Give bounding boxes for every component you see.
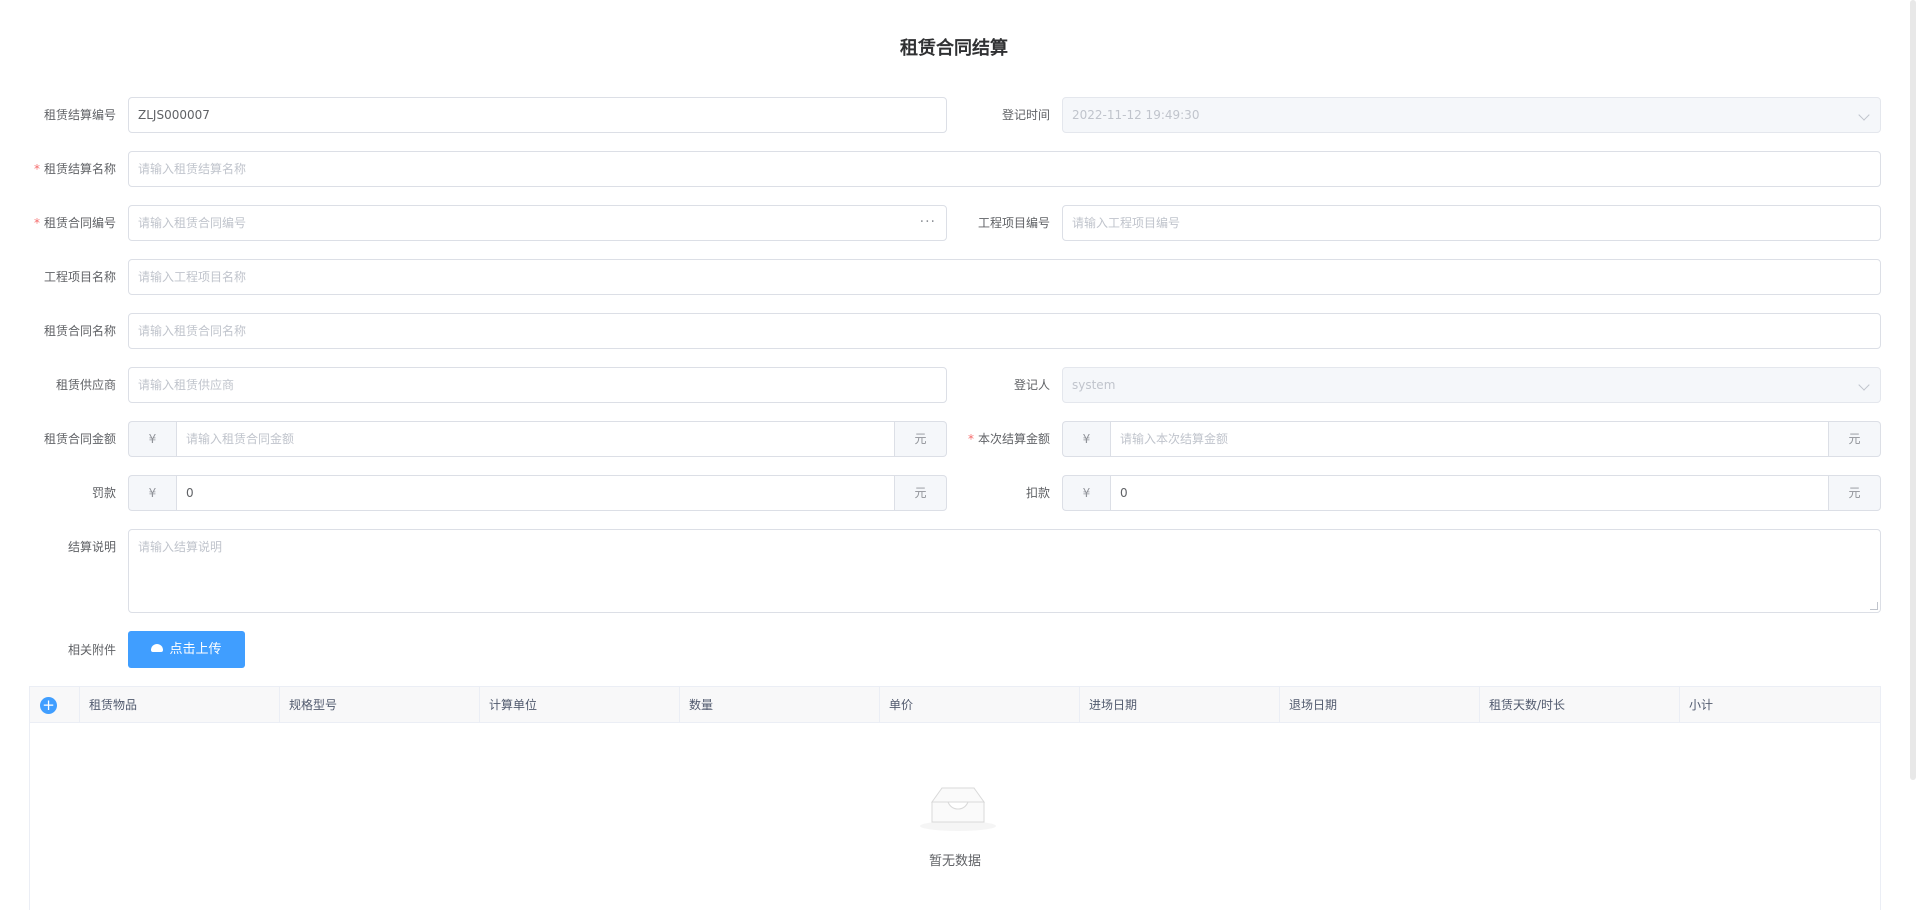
yuan-suffix: 元 bbox=[1829, 421, 1881, 457]
column-header: 计算单位 bbox=[480, 687, 680, 723]
contract-name-input[interactable]: 请输入租赁合同名称 bbox=[128, 313, 1881, 349]
page-title: 租赁合同结算 bbox=[900, 38, 1008, 59]
project-name-label: 工程项目名称 bbox=[43, 270, 116, 284]
contract-amount-input[interactable]: 请输入租赁合同金额 bbox=[176, 421, 895, 457]
add-row-icon[interactable]: + bbox=[40, 697, 57, 714]
column-header: 规格型号 bbox=[280, 687, 480, 723]
yen-prefix: ¥ bbox=[1062, 421, 1110, 457]
settlement-name-label: * 租赁结算名称 bbox=[33, 162, 116, 176]
deduction-value: 0 bbox=[1120, 486, 1128, 500]
column-header: 租赁物品 bbox=[80, 687, 280, 723]
penalty-value: 0 bbox=[186, 486, 194, 500]
register-time-label: 登记时间 bbox=[1001, 108, 1050, 122]
register-time-picker[interactable]: 2022-11-12 19:49:30 bbox=[1062, 97, 1881, 133]
settlement-no-value: ZLJS000007 bbox=[138, 108, 210, 122]
settle-amount-label: * 本次结算金额 bbox=[967, 432, 1050, 446]
registrant-label: 登记人 bbox=[1013, 378, 1050, 392]
contract-amount-label: 租赁合同金额 bbox=[43, 432, 116, 446]
settlement-name-input[interactable]: 请输入租赁结算名称 bbox=[128, 151, 1881, 187]
chevron-down-icon bbox=[1858, 379, 1870, 391]
column-header: 小计 bbox=[1689, 698, 1714, 712]
column-header: 单价 bbox=[880, 687, 1080, 723]
column-header: 数量 bbox=[680, 687, 880, 723]
project-name-input[interactable]: 请输入工程项目名称 bbox=[128, 259, 1881, 295]
supplier-input[interactable]: 请输入租赁供应商 bbox=[128, 367, 947, 403]
project-no-placeholder: 请输入工程项目编号 bbox=[1072, 216, 1181, 230]
settle-amount-placeholder: 请输入本次结算金额 bbox=[1120, 432, 1229, 446]
settle-amount-input[interactable]: 请输入本次结算金额 bbox=[1110, 421, 1829, 457]
column-header: 租赁天数/时长 bbox=[1480, 687, 1680, 723]
penalty-input[interactable]: 0 bbox=[176, 475, 895, 511]
project-no-input[interactable]: 请输入工程项目编号 bbox=[1062, 205, 1881, 241]
yen-prefix: ¥ bbox=[1062, 475, 1110, 511]
table-header: + 租赁物品 规格型号 计算单位 数量 单价 进场日期 退场日期 租赁天数/时长… bbox=[30, 687, 1880, 723]
settle-amount-group: ¥ 请输入本次结算金额 元 bbox=[1062, 421, 1881, 457]
settlement-no-label: 租赁结算编号 bbox=[43, 108, 116, 122]
cloud-upload-icon bbox=[151, 644, 164, 652]
supplier-placeholder: 请输入租赁供应商 bbox=[138, 378, 235, 392]
register-time-value: 2022-11-12 19:49:30 bbox=[1072, 108, 1200, 122]
penalty-group: ¥ 0 元 bbox=[128, 475, 947, 511]
registrant-value: system bbox=[1072, 378, 1116, 392]
add-column: + bbox=[30, 687, 80, 723]
contract-name-label: 租赁合同名称 bbox=[43, 324, 116, 338]
contract-no-placeholder: 请输入租赁合同编号 bbox=[138, 216, 247, 230]
deduction-input[interactable]: 0 bbox=[1110, 475, 1829, 511]
chevron-down-icon bbox=[1858, 109, 1870, 121]
contract-amount-group: ¥ 请输入租赁合同金额 元 bbox=[128, 421, 947, 457]
column-header: 进场日期 bbox=[1080, 687, 1280, 723]
yen-prefix: ¥ bbox=[128, 421, 176, 457]
project-no-label: 工程项目编号 bbox=[977, 216, 1050, 230]
registrant-select[interactable]: system bbox=[1062, 367, 1881, 403]
resize-handle[interactable] bbox=[1870, 602, 1878, 610]
supplier-label: 租赁供应商 bbox=[55, 378, 116, 392]
contract-no-input[interactable]: 请输入租赁合同编号 ··· bbox=[128, 205, 947, 241]
settlement-name-placeholder: 请输入租赁结算名称 bbox=[138, 162, 247, 176]
yuan-suffix: 元 bbox=[1829, 475, 1881, 511]
project-name-placeholder: 请输入工程项目名称 bbox=[138, 270, 247, 284]
remark-textarea[interactable]: 请输入结算说明 bbox=[128, 529, 1881, 613]
scrollbar[interactable] bbox=[1910, 0, 1916, 780]
penalty-label: 罚款 bbox=[91, 486, 116, 500]
contract-name-placeholder: 请输入租赁合同名称 bbox=[138, 324, 247, 338]
deduction-group: ¥ 0 元 bbox=[1062, 475, 1881, 511]
deduction-label: 扣款 bbox=[1025, 486, 1050, 500]
remark-label: 结算说明 bbox=[67, 540, 116, 554]
empty-text: 暂无数据 bbox=[928, 854, 981, 869]
empty-inbox-icon bbox=[920, 787, 996, 831]
attachment-label: 相关附件 bbox=[67, 643, 116, 657]
upload-button-label: 点击上传 bbox=[169, 642, 222, 657]
contract-amount-placeholder: 请输入租赁合同金额 bbox=[186, 432, 295, 446]
upload-button[interactable]: 点击上传 bbox=[128, 631, 245, 668]
contract-no-label: * 租赁合同编号 bbox=[33, 216, 116, 230]
column-header: 退场日期 bbox=[1280, 687, 1480, 723]
remark-placeholder: 请输入结算说明 bbox=[138, 540, 223, 554]
settlement-no-input[interactable]: ZLJS000007 bbox=[128, 97, 947, 133]
yen-prefix: ¥ bbox=[128, 475, 176, 511]
